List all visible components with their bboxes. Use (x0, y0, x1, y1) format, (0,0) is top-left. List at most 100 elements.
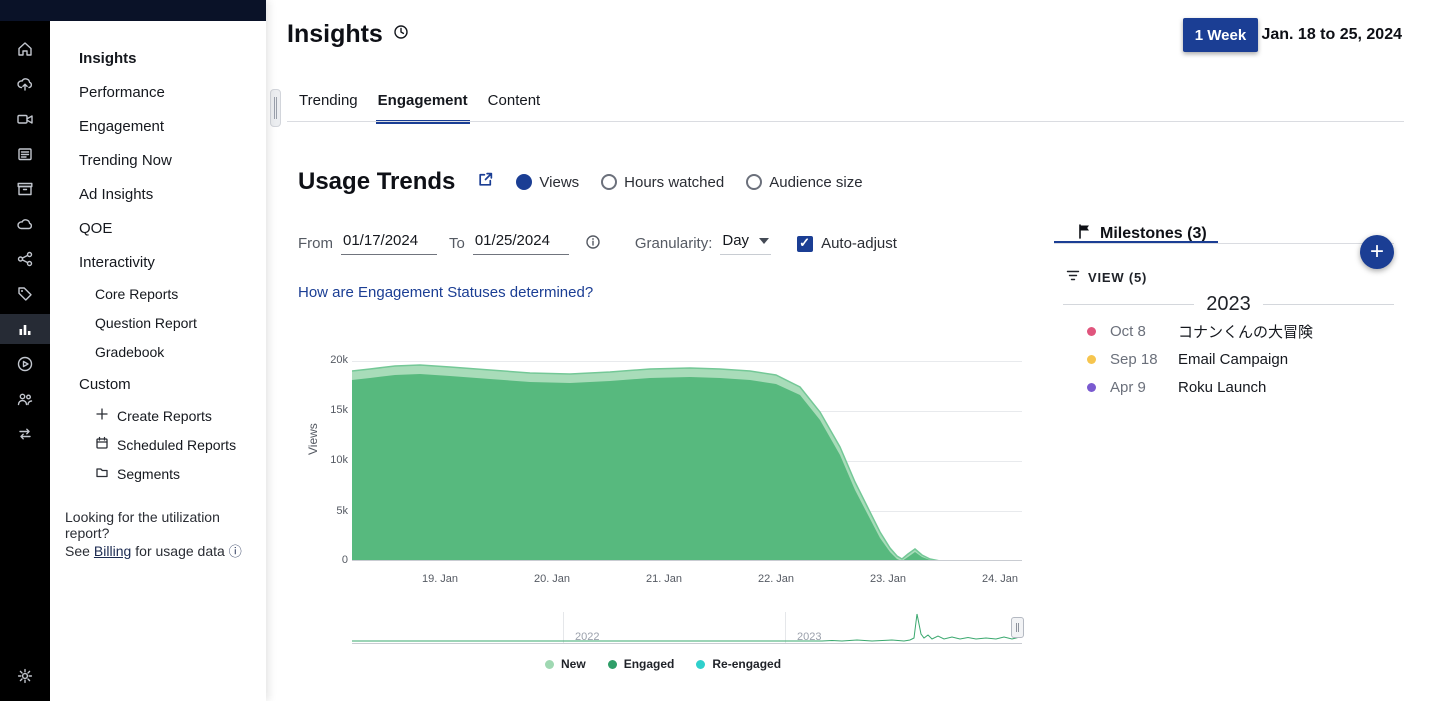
tab-content[interactable]: Content (486, 92, 543, 124)
sidebar-item-qoe[interactable]: QOE (79, 220, 112, 237)
calendar-icon (95, 436, 109, 453)
home-icon[interactable] (0, 34, 50, 64)
navigator-year: 2023 (797, 631, 821, 643)
sidebar-item-insights[interactable]: Insights (79, 50, 137, 67)
sidebar-item-scheduled-reports[interactable]: Scheduled Reports (95, 436, 236, 453)
sidebar-item-label: Segments (117, 466, 180, 482)
from-label: From (298, 235, 333, 252)
milestone-item[interactable]: Oct 8 コナンくんの大冒険 (1087, 322, 1313, 340)
legend-engaged-dot (608, 660, 617, 669)
tab-engagement[interactable]: Engagement (376, 92, 470, 124)
sidebar-item-core-reports[interactable]: Core Reports (95, 286, 178, 302)
granularity-select[interactable]: Day (720, 232, 771, 255)
utilization-note: Looking for the utilization report? (65, 509, 245, 541)
granularity-value: Day (722, 232, 749, 249)
plus-icon (95, 407, 109, 424)
milestone-item[interactable]: Apr 9 Roku Launch (1087, 378, 1266, 396)
metric-views[interactable]: Views (516, 174, 579, 191)
clock-icon[interactable] (393, 24, 409, 45)
filter-icon (1066, 269, 1080, 285)
panel-drag-handle[interactable] (270, 89, 281, 127)
auto-adjust-label: Auto-adjust (821, 235, 897, 252)
sidebar-item-interactivity[interactable]: Interactivity (79, 254, 155, 271)
external-link-icon[interactable] (477, 171, 494, 193)
auto-adjust-checkbox[interactable] (797, 236, 813, 252)
sidebar-item-create-reports[interactable]: Create Reports (95, 407, 212, 424)
info-icon[interactable]: ⓘ (229, 541, 242, 560)
legend-engaged[interactable]: Engaged (608, 657, 675, 671)
sidebar-item-custom[interactable]: Custom (79, 376, 131, 393)
top-band (0, 0, 266, 21)
milestone-dot (1087, 327, 1096, 336)
sidebar-item-ad-insights[interactable]: Ad Insights (79, 186, 153, 203)
sidebar-item-question-report[interactable]: Question Report (95, 315, 197, 331)
legend-reengaged[interactable]: Re-engaged (696, 657, 781, 671)
y-tick: 15k (312, 404, 348, 416)
legend-new[interactable]: New (545, 657, 586, 671)
metric-hours-watched[interactable]: Hours watched (601, 174, 724, 191)
billing-note: See Billing for usage data ⓘ (65, 541, 242, 560)
y-tick: 5k (312, 505, 348, 517)
x-tick: 21. Jan (646, 573, 682, 585)
sidebar: Insights Performance Engagement Trending… (50, 0, 266, 701)
sidebar-item-trending-now[interactable]: Trending Now (79, 152, 172, 169)
add-milestone-button[interactable]: + (1360, 235, 1394, 269)
legend-label: Re-engaged (712, 657, 781, 671)
legend-reengaged-dot (696, 660, 705, 669)
filter-bar: From To Granularity: Day Auto-adjust (298, 232, 897, 255)
billing-note-see: See (65, 543, 90, 559)
date-range-text: Jan. 18 to 25, 2024 (1261, 26, 1402, 44)
date-info-icon[interactable] (585, 234, 601, 254)
milestones-view-filter[interactable]: VIEW (5) (1066, 269, 1147, 285)
milestone-date: Apr 9 (1110, 379, 1162, 396)
chevron-down-icon (759, 238, 769, 244)
milestone-label: Roku Launch (1178, 379, 1266, 396)
x-tick: 19. Jan (422, 573, 458, 585)
radio-icon (601, 174, 617, 190)
navigator-handle[interactable] (1011, 617, 1024, 638)
sidebar-item-engagement[interactable]: Engagement (79, 118, 164, 135)
sidebar-item-label: Gradebook (95, 344, 164, 360)
media-icon[interactable] (0, 139, 50, 169)
archive-box-icon[interactable] (0, 174, 50, 204)
billing-link[interactable]: Billing (94, 543, 131, 559)
legend-label: New (561, 657, 586, 671)
legend-new-dot (545, 660, 554, 669)
usage-trends-title: Usage Trends (298, 168, 455, 196)
video-camera-icon[interactable] (0, 104, 50, 134)
play-circle-icon[interactable] (0, 349, 50, 379)
milestone-item[interactable]: Sep 18 Email Campaign (1087, 350, 1288, 368)
milestones-year-divider: 2023 (1063, 293, 1394, 316)
folder-icon (95, 465, 109, 482)
from-date-input[interactable] (341, 232, 437, 255)
milestone-date: Oct 8 (1110, 323, 1162, 340)
sidebar-item-gradebook[interactable]: Gradebook (95, 344, 164, 360)
chart-navigator[interactable]: 2022 2023 (352, 610, 1022, 646)
sidebar-item-segments[interactable]: Segments (95, 465, 180, 482)
milestone-dot (1087, 355, 1096, 364)
sidebar-item-label: Create Reports (117, 408, 212, 424)
y-axis-label: Views (306, 423, 320, 455)
to-date-input[interactable] (473, 232, 569, 255)
milestone-label: コナンくんの大冒険 (1178, 321, 1313, 342)
metric-audience-size[interactable]: Audience size (746, 174, 862, 191)
engagement-statuses-link[interactable]: How are Engagement Statuses determined? (298, 284, 593, 301)
gear-icon[interactable] (0, 661, 50, 691)
bar-chart-icon[interactable] (0, 314, 50, 344)
cloud-upload-icon[interactable] (0, 69, 50, 99)
swap-icon[interactable] (0, 419, 50, 449)
users-icon[interactable] (0, 384, 50, 414)
tag-icon[interactable] (0, 279, 50, 309)
sidebar-item-performance[interactable]: Performance (79, 84, 165, 101)
share-icon[interactable] (0, 244, 50, 274)
date-range-button[interactable]: 1 Week (1183, 18, 1258, 52)
y-tick: 20k (312, 354, 348, 366)
cloud-icon[interactable] (0, 209, 50, 239)
milestone-dot (1087, 383, 1096, 392)
navigator-series-line (352, 614, 1022, 641)
usage-area-chart[interactable] (352, 361, 1022, 561)
tab-trending[interactable]: Trending (297, 92, 360, 124)
sidebar-item-label: Question Report (95, 315, 197, 331)
x-tick: 24. Jan (982, 573, 1018, 585)
icon-rail (0, 0, 50, 701)
